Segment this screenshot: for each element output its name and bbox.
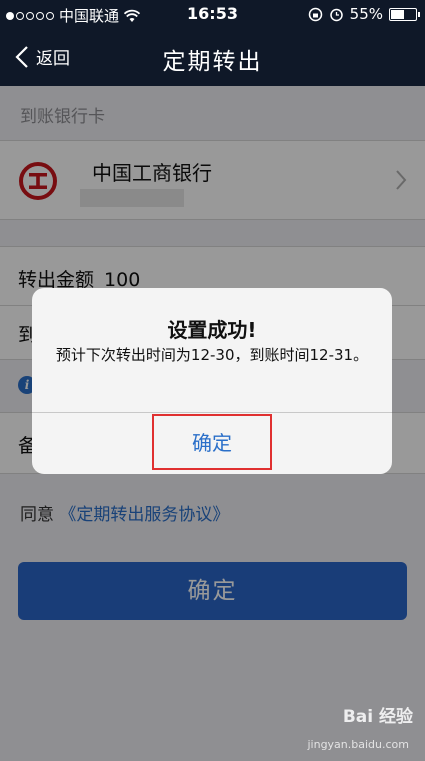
page-title: 定期转出	[162, 49, 263, 75]
status-right: 55%	[308, 5, 420, 23]
alert-confirm-button[interactable]: 确定	[152, 414, 272, 470]
success-alert: 设置成功! 预计下次转出时间为12-30，到账时间12-31。 确定	[32, 288, 392, 474]
alert-message: 预计下次转出时间为12-30，到账时间12-31。	[55, 346, 369, 364]
status-bar: 中国联通 16:53 55%	[0, 0, 425, 30]
alert-title: 设置成功!	[167, 318, 257, 342]
nav-bar: 返回 定期转出	[0, 30, 425, 86]
battery-percent: 55%	[349, 5, 383, 23]
rotation-lock-icon	[308, 7, 322, 21]
alert-divider	[32, 412, 392, 413]
baidu-watermark: Bai 经验	[342, 707, 413, 727]
watermark-url: jingyan.baidu.com	[307, 738, 409, 751]
alarm-icon	[329, 8, 343, 21]
battery-icon	[389, 7, 420, 21]
